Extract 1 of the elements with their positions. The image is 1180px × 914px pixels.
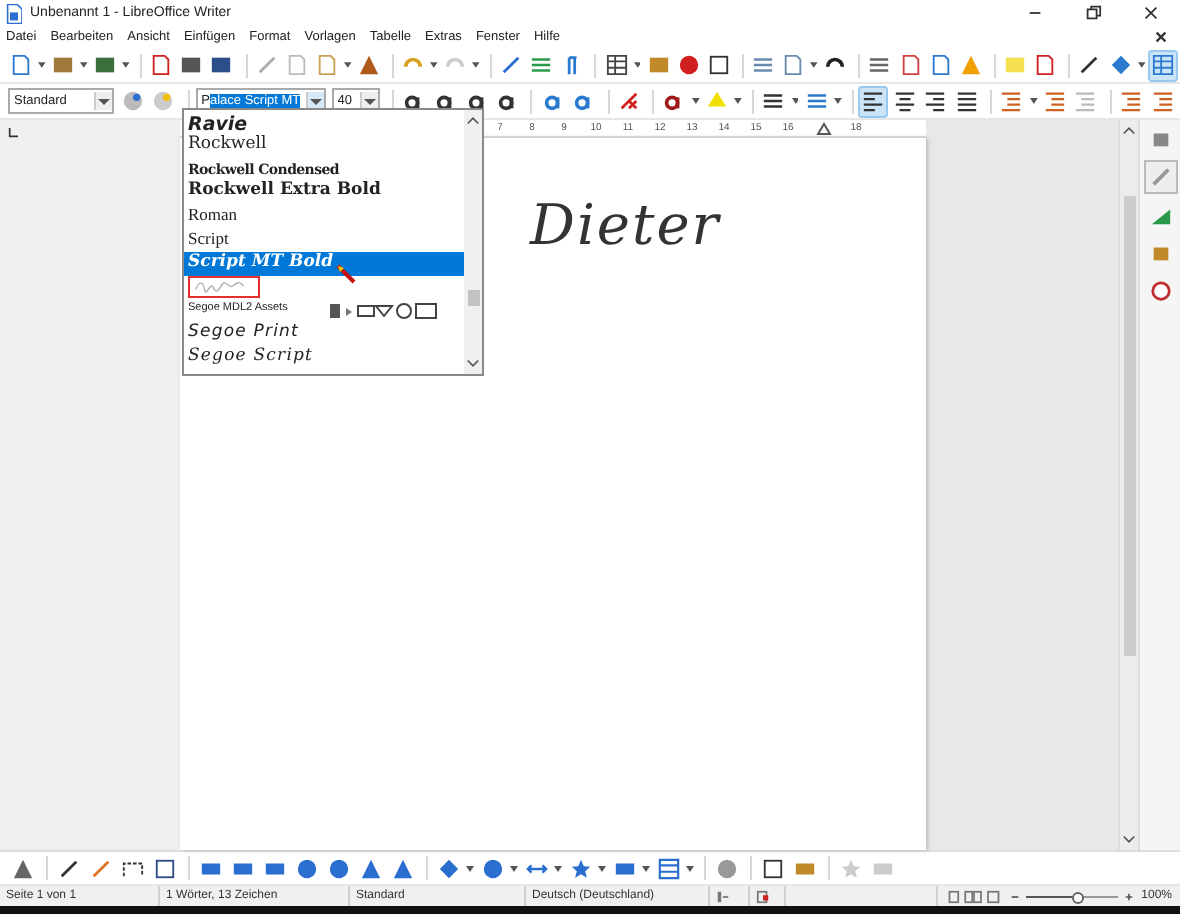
document-text: Dieter <box>530 192 721 258</box>
